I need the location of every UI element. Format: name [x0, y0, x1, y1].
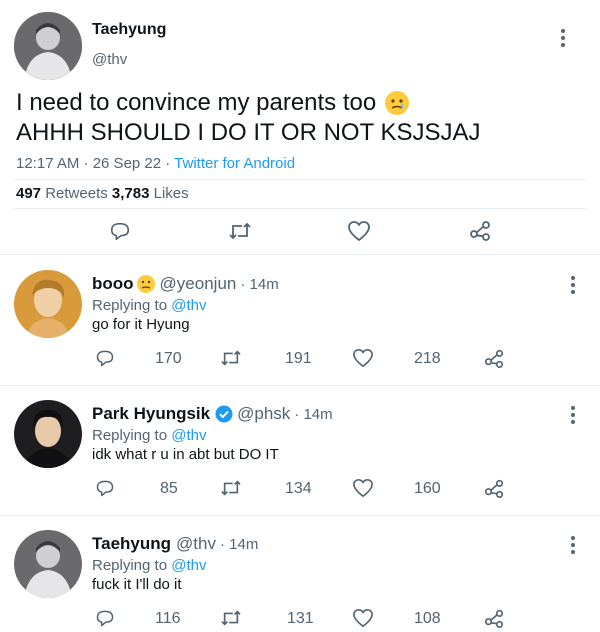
reply-count: 170: [155, 350, 182, 367]
avatar[interactable]: [14, 270, 82, 338]
share-icon[interactable]: [483, 607, 505, 632]
retweet-icon[interactable]: [220, 608, 242, 632]
reply-header: booo @yeonjun · 14m: [92, 274, 279, 294]
replying-to: Replying to @thv: [92, 557, 207, 574]
retweets-label[interactable]: Retweets: [45, 185, 108, 202]
reply-icon[interactable]: [95, 348, 115, 373]
share-icon[interactable]: [483, 477, 505, 504]
reply-time: · 14m: [240, 275, 279, 293]
emoji-icon: [136, 274, 156, 294]
retweet-icon[interactable]: [228, 220, 252, 247]
replying-to-handle[interactable]: @thv: [171, 557, 206, 574]
like-icon[interactable]: [352, 478, 374, 503]
share-icon[interactable]: [483, 347, 505, 374]
reply-count: 116: [155, 610, 181, 627]
like-count: 108: [414, 610, 441, 627]
like-count: 160: [414, 480, 441, 497]
tweet-timestamp: 12:17 AM · 26 Sep 22 ·: [16, 155, 175, 172]
reply-time: · 14m: [219, 535, 259, 553]
reply-text: fuck it I'll do it: [92, 576, 182, 593]
share-icon[interactable]: [468, 218, 492, 247]
reply-text: idk what r u in abt but DO IT: [92, 446, 279, 463]
reply-text: go for it Hyung: [92, 316, 190, 333]
verified-icon: [215, 405, 233, 423]
author-name[interactable]: Taehyung: [92, 21, 166, 39]
reply-author-name[interactable]: booo: [92, 274, 134, 294]
reply-icon[interactable]: [95, 478, 115, 503]
tweet-source[interactable]: Twitter for Android: [174, 155, 295, 172]
reply-count: 85: [160, 480, 178, 497]
replying-to-handle[interactable]: @thv: [171, 427, 206, 444]
reply-author-name[interactable]: Park Hyungsik: [92, 404, 210, 424]
tweet-stats: 497 Retweets 3,783 Likes: [16, 185, 189, 202]
more-icon[interactable]: [560, 29, 566, 47]
replying-to: Replying to @thv: [92, 297, 207, 314]
reply-icon[interactable]: [109, 220, 131, 247]
reply-author-handle[interactable]: @yeonjun: [160, 274, 237, 294]
likes-label[interactable]: Likes: [154, 185, 189, 202]
tweet-text-line2: AHHH SHOULD I DO IT OR NOT KSJSJAJ: [16, 119, 481, 146]
more-icon[interactable]: [570, 406, 576, 424]
retweets-count[interactable]: 497: [16, 185, 41, 202]
retweet-icon[interactable]: [220, 478, 242, 503]
avatar[interactable]: [14, 12, 82, 80]
like-count: 218: [414, 350, 441, 367]
retweet-count: 134: [285, 480, 312, 497]
author-handle[interactable]: @thv: [92, 51, 127, 68]
more-icon[interactable]: [570, 536, 576, 554]
retweet-count: 131: [287, 610, 314, 627]
avatar[interactable]: [14, 400, 82, 468]
like-icon[interactable]: [352, 348, 374, 373]
reply-author-handle[interactable]: @phsk: [237, 404, 290, 424]
tweet-text: I need to convince my parents too AHHH S…: [16, 88, 481, 148]
reply-icon[interactable]: [95, 608, 115, 632]
like-icon[interactable]: [352, 608, 374, 632]
likes-count[interactable]: 3,783: [112, 185, 150, 202]
tweet-meta: 12:17 AM · 26 Sep 22 · Twitter for Andro…: [16, 155, 295, 172]
emoji-icon: [384, 90, 410, 116]
reply-header: Taehyung @thv · 14m: [92, 534, 258, 554]
tweet-text-line1: I need to convince my parents too: [16, 89, 377, 116]
replying-to: Replying to @thv: [92, 427, 207, 444]
reply-header: Park Hyungsik @phsk · 14m: [92, 404, 333, 424]
reply-time: · 14m: [294, 405, 333, 423]
avatar[interactable]: [14, 530, 82, 598]
retweet-count: 191: [285, 350, 312, 367]
replying-to-handle[interactable]: @thv: [171, 297, 206, 314]
more-icon[interactable]: [570, 276, 576, 294]
retweet-icon[interactable]: [220, 348, 242, 373]
like-icon[interactable]: [347, 220, 371, 247]
reply-author-name[interactable]: Taehyung: [92, 534, 171, 554]
reply-author-handle[interactable]: @thv: [176, 534, 216, 554]
